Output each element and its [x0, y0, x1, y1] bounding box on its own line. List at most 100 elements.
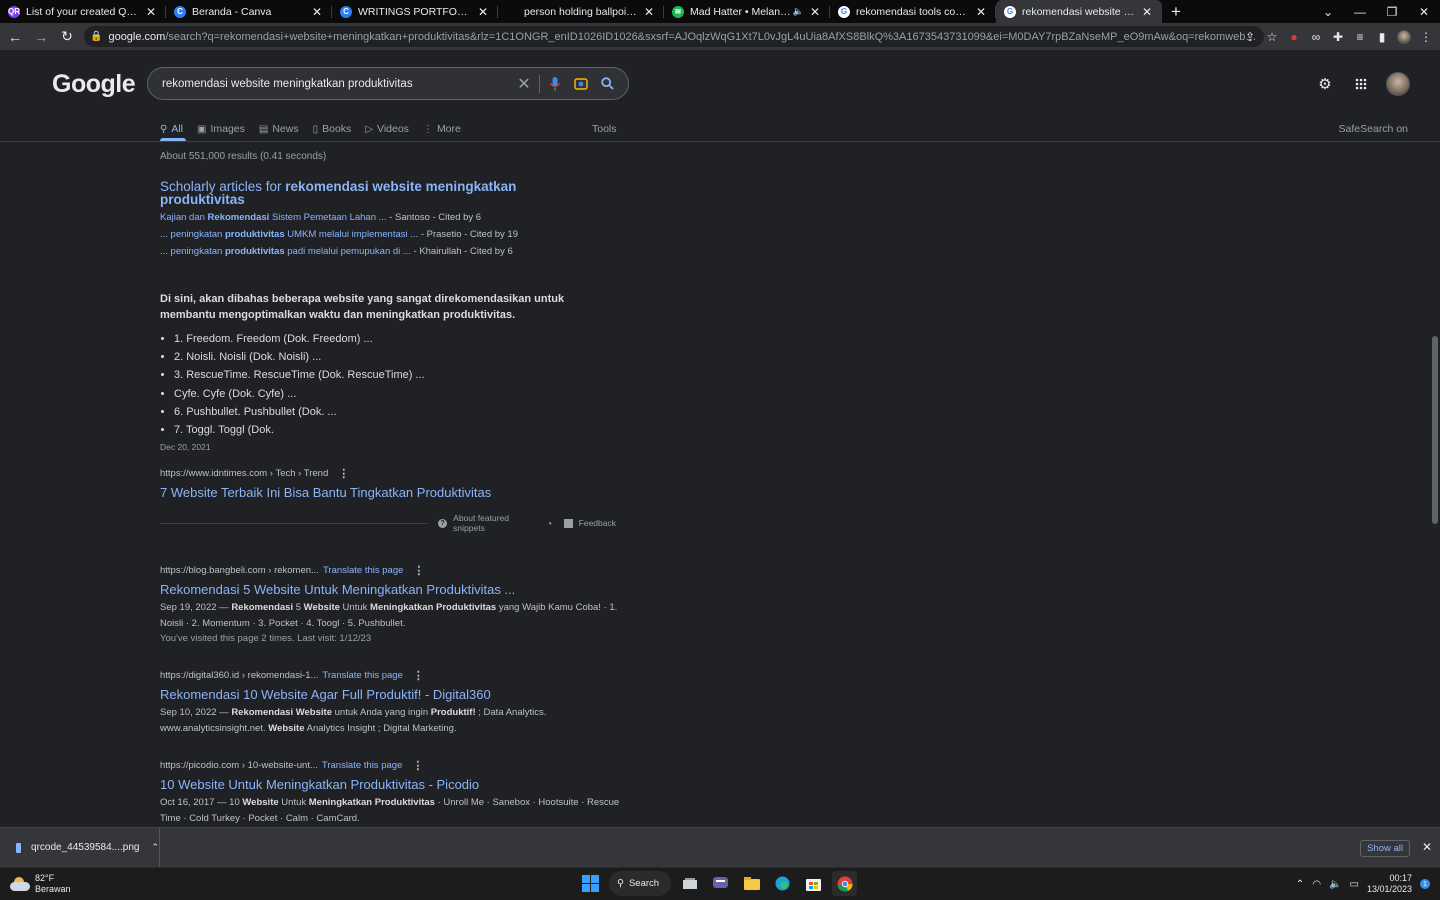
more-options-icon[interactable]: ⋮ [413, 564, 424, 577]
result-title[interactable]: 10 Website Untuk Meningkatkan Produktivi… [160, 777, 620, 792]
show-all-button[interactable]: Show all [1360, 840, 1410, 857]
new-tab-button[interactable]: + [1162, 0, 1190, 23]
apps-grid-icon[interactable] [1350, 73, 1372, 95]
translate-link[interactable]: Translate this page [322, 760, 402, 771]
snippet-cite-url[interactable]: https://www.idntimes.com › Tech › Trend [160, 468, 328, 479]
browser-tab[interactable]: C WRITINGS PORTFOLIO - A4 ✕ [332, 0, 498, 23]
chevron-up-icon[interactable]: ⌃ [151, 842, 159, 853]
result-url[interactable]: https://blog.bangbeli.com › rekomen... [160, 565, 319, 576]
tab-videos[interactable]: ▷ Videos [365, 119, 409, 139]
start-windows-icon[interactable] [578, 871, 603, 896]
search-box[interactable]: rekomendasi website meningkatkan produkt… [147, 67, 629, 100]
tab-images[interactable]: ▣ Images [197, 119, 245, 139]
close-tab-icon[interactable]: ✕ [476, 5, 490, 19]
result-title[interactable]: Rekomendasi 10 Website Agar Full Produkt… [160, 687, 620, 702]
task-view-icon[interactable] [677, 871, 702, 896]
battery-icon[interactable]: ▭ [1350, 879, 1359, 890]
desc-bold: Meningkatkan Produktivitas [308, 797, 435, 808]
close-tab-icon[interactable]: ✕ [1140, 5, 1154, 19]
chrome-icon[interactable] [832, 871, 857, 896]
bookmark-star-icon[interactable]: ☆ [1264, 29, 1280, 45]
extension-red-icon[interactable]: ● [1286, 29, 1302, 45]
account-avatar[interactable] [1386, 72, 1410, 96]
tab-news[interactable]: ▤ News [259, 119, 299, 139]
search-submit-icon[interactable] [594, 71, 620, 97]
browser-tab[interactable]: QR List of your created QR codes - N ✕ [0, 0, 166, 23]
scholarly-item[interactable]: ... peningkatan produktivitas padi melal… [160, 246, 560, 257]
side-panel-icon[interactable]: ▮ [1374, 29, 1390, 45]
volume-icon[interactable]: 🔈 [1329, 879, 1341, 890]
tab-title: rekomendasi tools content write [856, 5, 970, 18]
safesearch-indicator[interactable]: SafeSearch on [1339, 119, 1408, 139]
google-header: Google rekomendasi website meningkatkan … [0, 50, 1440, 142]
lens-search-icon[interactable] [568, 71, 594, 97]
tab-audio-icon[interactable]: 🔈 [793, 6, 804, 17]
browser-tab[interactable]: Grekomendasi website meningkatk ✕ [996, 0, 1162, 23]
tray-overflow-icon[interactable]: ⌃ [1296, 879, 1304, 890]
chrome-menu-icon[interactable]: ⋮ [1418, 29, 1434, 45]
snippet-link[interactable]: 7 Website Terbaik Ini Bisa Bantu Tingkat… [160, 485, 620, 500]
download-item[interactable]: qrcode_44539584....png ⌃ [0, 827, 160, 868]
minimize-icon[interactable]: — [1344, 0, 1376, 23]
browser-tab[interactable]: C Beranda - Canva ✕ [166, 0, 332, 23]
result-url[interactable]: https://picodio.com › 10-website-unt... [160, 760, 318, 771]
reload-icon[interactable]: ↻ [56, 26, 78, 48]
scholarly-item[interactable]: ... peningkatan produktivitas UMKM melal… [160, 229, 560, 240]
address-bar[interactable]: 🔒 google.com /search?q=rekomendasi+websi… [84, 26, 1264, 47]
feedback-link[interactable]: Feedback [579, 518, 616, 528]
share-icon[interactable]: ⇪ [1242, 29, 1258, 45]
taskbar-search[interactable]: ⚲ Search [609, 871, 671, 896]
forward-icon[interactable]: → [30, 26, 52, 48]
more-options-icon[interactable]: ⋮ [338, 467, 349, 480]
close-tab-icon[interactable]: ✕ [144, 5, 158, 19]
close-tab-icon[interactable]: ✕ [642, 5, 656, 19]
translate-link[interactable]: Translate this page [322, 670, 402, 681]
edge-icon[interactable] [770, 871, 795, 896]
tab-books[interactable]: ▯ Books [313, 119, 352, 139]
result-title[interactable]: Rekomendasi 5 Website Untuk Meningkatkan… [160, 582, 620, 597]
settings-gear-icon[interactable]: ⚙ [1314, 73, 1336, 95]
chat-icon[interactable] [708, 871, 733, 896]
close-tab-icon[interactable]: ✕ [310, 5, 324, 19]
snippet-cite: https://www.idntimes.com › Tech › Trend … [160, 467, 620, 480]
browser-tab[interactable]: person holding ballpoint pen wri ✕ [498, 0, 664, 23]
result-url[interactable]: https://digital360.id › rekomendasi-1... [160, 670, 318, 681]
notification-badge[interactable]: 1 [1420, 879, 1430, 889]
file-explorer-icon[interactable] [739, 871, 764, 896]
profile-avatar[interactable] [1396, 29, 1412, 45]
page-scrollbar[interactable] [1430, 142, 1440, 827]
tab-more[interactable]: ⋮ More [423, 119, 461, 139]
media-queue-icon[interactable]: ≡ [1352, 29, 1368, 45]
snippet-list-item: 1. Freedom. Freedom (Dok. Freedom) ... [174, 330, 620, 348]
scholarly-title[interactable]: Scholarly articles for rekomendasi websi… [160, 180, 560, 207]
clock-date: 13/01/2023 [1366, 884, 1412, 894]
about-featured-snippets-link[interactable]: About featured snippets [453, 513, 543, 533]
tab-search-icon[interactable]: ⌄ [1312, 0, 1344, 23]
tab-all[interactable]: ⚲ All [160, 119, 183, 139]
scrollbar-thumb[interactable] [1432, 336, 1438, 524]
tools-button[interactable]: Tools [592, 119, 617, 139]
clear-search-icon[interactable]: ✕ [511, 71, 537, 97]
back-icon[interactable]: ← [4, 26, 26, 48]
weather-widget[interactable]: 82°F Berawan [10, 873, 71, 895]
browser-tab[interactable]: ≋ Mad Hatter • Melanie Martin🔈 ✕ [664, 0, 830, 23]
more-options-icon[interactable]: ⋮ [413, 669, 424, 682]
translate-link[interactable]: Translate this page [323, 565, 403, 576]
wifi-icon[interactable]: ◠ [1312, 879, 1321, 890]
close-tab-icon[interactable]: ✕ [808, 5, 822, 19]
browser-tab[interactable]: Grekomendasi tools content write ✕ [830, 0, 996, 23]
close-download-bar-icon[interactable]: ✕ [1422, 840, 1432, 854]
microsoft-store-icon[interactable] [801, 871, 826, 896]
close-window-icon[interactable]: ✕ [1408, 0, 1440, 23]
more-options-icon[interactable]: ⋮ [412, 759, 423, 772]
clock[interactable]: 00:17 13/01/2023 [1367, 873, 1412, 895]
scholarly-item[interactable]: Kajian dan Rekomendasi Sistem Pemetaan L… [160, 212, 560, 223]
active-tab-indicator [160, 138, 186, 141]
voice-search-icon[interactable] [542, 71, 568, 97]
extension-glasses-icon[interactable]: ∞ [1308, 29, 1324, 45]
maximize-icon[interactable]: ❐ [1376, 0, 1408, 23]
close-tab-icon[interactable]: ✕ [974, 5, 988, 19]
search-input[interactable]: rekomendasi website meningkatkan produkt… [148, 78, 511, 90]
google-logo[interactable]: Google [52, 70, 136, 99]
extensions-puzzle-icon[interactable]: ✚ [1330, 29, 1346, 45]
